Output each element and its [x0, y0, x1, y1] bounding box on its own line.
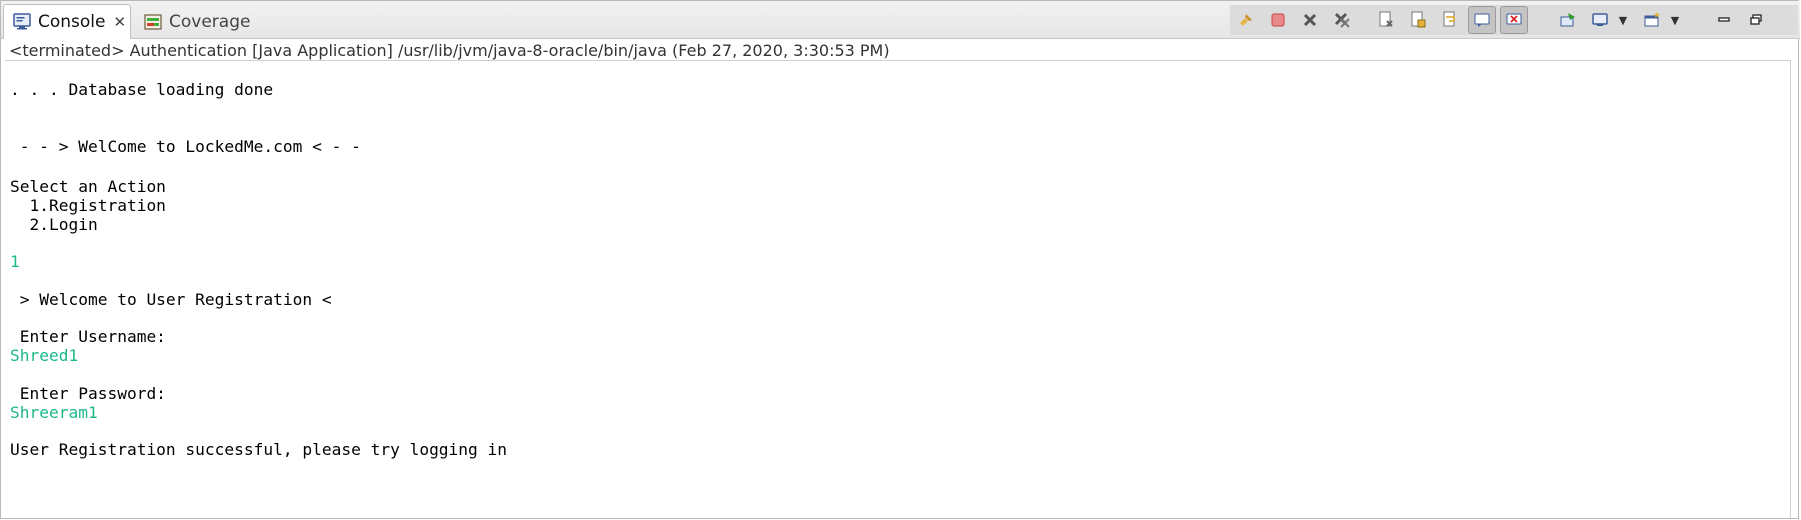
pin-console-icon[interactable]: [1554, 6, 1582, 34]
scroll-lock-icon[interactable]: [1404, 6, 1432, 34]
console-output[interactable]: . . . Database loading done - - > WelCom…: [5, 60, 1791, 518]
remove-launch-icon[interactable]: [1296, 6, 1324, 34]
close-icon[interactable]: ✕: [114, 13, 127, 31]
show-on-stdout-icon[interactable]: [1468, 6, 1496, 34]
word-wrap-icon[interactable]: [1436, 6, 1464, 34]
remove-all-terminated-icon[interactable]: [1328, 6, 1356, 34]
tab-console-label: Console: [38, 12, 106, 32]
display-console-icon[interactable]: [1586, 6, 1614, 34]
clear-console-icon[interactable]: [1372, 6, 1400, 34]
console-line: > Welcome to User Registration <: [10, 290, 332, 309]
console-line: - - > WelCome to LockedMe.com < - -: [10, 137, 361, 156]
console-line: Enter Username:: [10, 327, 166, 346]
coverage-icon: [143, 12, 163, 32]
tab-console[interactable]: Console ✕: [3, 4, 131, 39]
open-console-icon[interactable]: [1638, 6, 1666, 34]
view-tab-bar: Console ✕ Coverage ▼ ▼: [1, 1, 1800, 39]
console-line: Enter Password:: [10, 384, 166, 403]
console-icon: [12, 12, 32, 32]
console-input-line: Shreed1: [10, 346, 79, 365]
chevron-down-icon[interactable]: ▼: [1668, 14, 1682, 27]
console-line: Select an Action: [10, 177, 166, 196]
console-input-line: 1: [10, 252, 20, 271]
show-on-stderr-icon[interactable]: [1500, 6, 1528, 34]
pin-icon[interactable]: [1232, 6, 1260, 34]
tab-coverage[interactable]: Coverage: [135, 4, 253, 39]
tab-coverage-label: Coverage: [169, 11, 251, 32]
chevron-down-icon[interactable]: ▼: [1616, 14, 1630, 27]
console-line: . . . Database loading done: [10, 80, 274, 99]
console-input-line: Shreeram1: [10, 403, 98, 422]
minimize-icon[interactable]: [1710, 6, 1738, 34]
launch-status-line: <terminated> Authentication [Java Applic…: [9, 41, 890, 60]
console-line: User Registration successful, please try…: [10, 440, 508, 459]
console-line: 1.Registration: [10, 196, 166, 215]
terminate-icon[interactable]: [1264, 6, 1292, 34]
console-view: Console ✕ Coverage ▼ ▼ <terminated> Auth…: [0, 0, 1800, 519]
console-toolbar: ▼ ▼: [1230, 5, 1798, 35]
console-line: 2.Login: [10, 215, 98, 234]
maximize-icon[interactable]: [1742, 6, 1770, 34]
